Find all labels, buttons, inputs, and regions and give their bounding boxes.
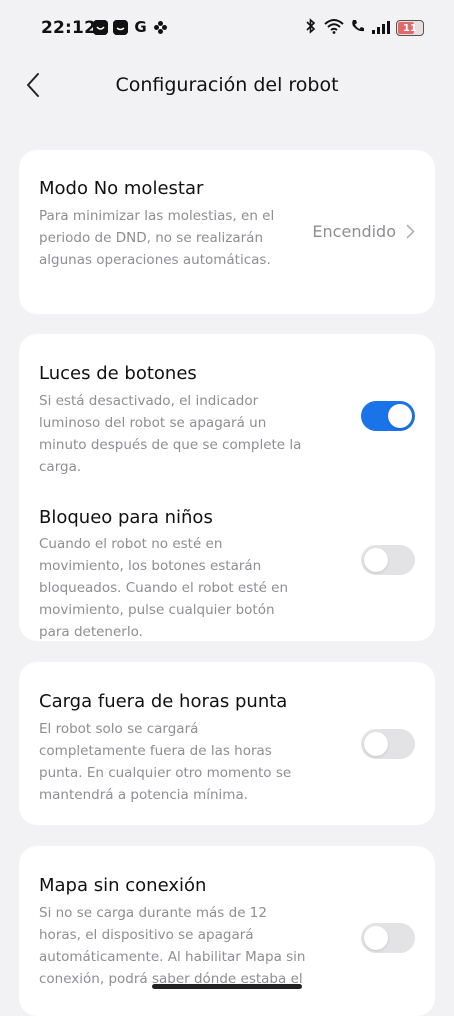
chevron-right-icon	[406, 224, 415, 239]
button-lights-description: Si está desactivado, el indicador lumino…	[39, 393, 302, 475]
flower-icon	[153, 20, 168, 35]
child-lock-toggle[interactable]	[361, 545, 415, 575]
page-title: Configuración del robot	[115, 74, 339, 96]
toggle-knob	[364, 732, 388, 756]
dnd-card: Modo No molestar Para minimizar las mole…	[19, 150, 435, 314]
dnd-setting-row[interactable]: Modo No molestar Para minimizar las mole…	[19, 150, 435, 314]
signal-icon	[372, 19, 390, 38]
offpeak-charging-description: El robot solo se cargará completamente f…	[39, 721, 292, 803]
dnd-value-text: Encendido	[312, 222, 396, 241]
button-lights-title: Luces de botones	[39, 363, 197, 384]
battery-level-text: 11	[403, 22, 417, 34]
offpeak-charging-row: Carga fuera de horas punta El robot solo…	[19, 662, 435, 825]
button-lights-toggle[interactable]	[361, 401, 415, 431]
offline-map-toggle[interactable]	[361, 923, 415, 953]
offline-map-card: Mapa sin conexión Si no se carga durante…	[19, 846, 435, 1016]
google-g-icon: G	[134, 18, 147, 36]
child-lock-description: Cuando el robot no esté en movimiento, l…	[39, 536, 289, 640]
toggle-knob	[388, 404, 412, 428]
child-lock-row: Bloqueo para niños Cuando el robot no es…	[19, 484, 435, 641]
offpeak-charging-toggle[interactable]	[361, 729, 415, 759]
app-header: Configuración del robot	[0, 58, 454, 118]
button-lights-row: Luces de botones Si está desactivado, el…	[19, 334, 435, 484]
offline-map-title: Mapa sin conexión	[39, 875, 207, 896]
dnd-value[interactable]: Encendido	[312, 222, 415, 241]
battery-indicator: 11	[396, 20, 424, 36]
child-lock-title: Bloqueo para niños	[39, 507, 213, 528]
dnd-description: Para minimizar las molestias, en el peri…	[39, 208, 275, 268]
offline-map-description: Si no se carga durante más de 12 horas, …	[39, 905, 306, 987]
robot-controls-card: Luces de botones Si está desactivado, el…	[19, 334, 435, 641]
dnd-title: Modo No molestar	[39, 178, 204, 199]
app-icon-1	[93, 20, 108, 35]
home-indicator[interactable]	[152, 984, 302, 989]
toggle-knob	[364, 926, 388, 950]
call-icon	[350, 18, 366, 38]
bluetooth-icon	[304, 18, 318, 38]
wifi-icon	[324, 18, 344, 38]
status-bar: 22:12 G 11	[0, 0, 454, 58]
notification-icons: G	[93, 20, 168, 35]
offpeak-charging-title: Carga fuera de horas punta	[39, 691, 288, 712]
offpeak-card: Carga fuera de horas punta El robot solo…	[19, 662, 435, 825]
app-icon-2	[113, 20, 128, 35]
status-time: 22:12	[41, 18, 97, 38]
toggle-knob	[364, 548, 388, 572]
offline-map-row: Mapa sin conexión Si no se carga durante…	[19, 846, 435, 1016]
system-icons: 11	[304, 18, 424, 38]
